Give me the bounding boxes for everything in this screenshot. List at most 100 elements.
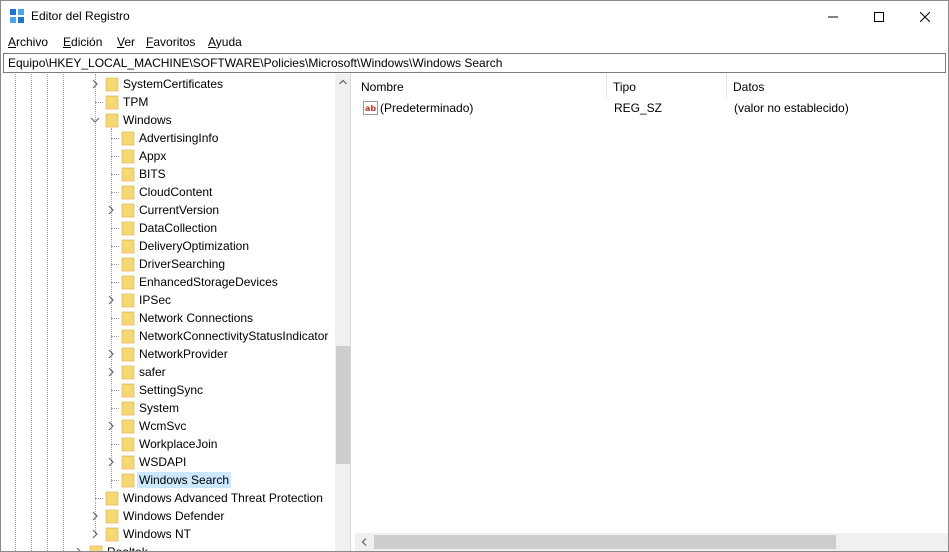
scroll-left-button[interactable] (356, 534, 372, 550)
tree-item-label: EnhancedStorageDevices (139, 275, 278, 289)
folder-icon (105, 113, 119, 128)
value-type: REG_SZ (614, 101, 663, 115)
menu-ver[interactable]: Ver (117, 35, 135, 49)
list-scroll-thumb[interactable] (374, 535, 836, 549)
window-title: Editor del Registro (31, 9, 130, 23)
tree-item[interactable]: TPM (89, 93, 350, 111)
tree-item[interactable]: Realtek (73, 543, 350, 551)
scroll-up-button[interactable] (335, 74, 350, 90)
tree-guide-line (111, 282, 119, 283)
maximize-button[interactable] (856, 1, 902, 32)
tree-item[interactable]: IPSec (105, 291, 350, 309)
list-horizontal-scrollbar[interactable] (355, 533, 948, 551)
tree-item[interactable]: Windows NT (89, 525, 350, 543)
chevron-right-icon[interactable] (89, 528, 101, 540)
list-item[interactable]: ab (Predeterminado) REG_SZ (valor no est… (355, 98, 948, 118)
tree-scroll-thumb[interactable] (336, 346, 350, 464)
tree-guide-line (95, 74, 96, 534)
tree-item-label: safer (139, 365, 166, 379)
tree-item-label: CurrentVersion (139, 203, 220, 217)
tree-item[interactable]: DeliveryOptimization (105, 237, 350, 255)
folder-icon (121, 365, 135, 380)
folder-icon (121, 455, 135, 470)
tree-item[interactable]: WorkplaceJoin (105, 435, 350, 453)
tree-item-label: Windows Search (137, 472, 232, 488)
tree-item[interactable]: EnhancedStorageDevices (105, 273, 350, 291)
tree-item[interactable]: Windows Search (105, 471, 350, 489)
tree-item-label: System (139, 401, 180, 415)
menu-archivo[interactable]: Archivo (8, 35, 48, 49)
tree-guide-line (111, 336, 119, 337)
tree-item[interactable]: CloudContent (105, 183, 350, 201)
tree-item[interactable]: Appx (105, 147, 350, 165)
registry-editor-window: Editor del Registro Archivo Edición Ver … (0, 0, 949, 552)
tree-item[interactable]: DataCollection (105, 219, 350, 237)
tree-item[interactable]: WSDAPI (105, 453, 350, 471)
values-list-pane[interactable]: Nombre Tipo Datos ab (Predeterminado) RE… (355, 74, 948, 551)
tree-guide-line (111, 390, 119, 391)
chevron-right-icon[interactable] (105, 294, 117, 306)
folder-icon (121, 311, 135, 326)
value-data: (valor no establecido) (734, 101, 849, 115)
tree-item[interactable]: NetworkProvider (105, 345, 350, 363)
tree-item[interactable]: Windows Advanced Threat Protection (89, 489, 350, 507)
tree-item[interactable]: safer (105, 363, 350, 381)
tree-item[interactable]: CurrentVersion (105, 201, 350, 219)
tree-item[interactable]: NetworkConnectivityStatusIndicator (105, 327, 350, 345)
folder-icon (105, 491, 119, 506)
close-button[interactable] (902, 1, 948, 32)
chevron-left-icon (361, 538, 367, 546)
folder-icon (121, 293, 135, 308)
folder-icon (121, 257, 135, 272)
menu-ayuda[interactable]: Ayuda (208, 35, 242, 49)
tree-item-label: NetworkProvider (139, 347, 228, 361)
tree-item[interactable]: System (105, 399, 350, 417)
tree-item[interactable]: WcmSvc (105, 417, 350, 435)
tree-item[interactable]: SystemCertificates (89, 75, 350, 93)
tree-guide-line (111, 408, 119, 409)
tree-item[interactable]: Windows (89, 111, 350, 129)
tree-vertical-scrollbar[interactable] (335, 74, 350, 551)
key-tree-pane[interactable]: SystemCertificates TPM Windows AdvertisingI… (3, 74, 351, 551)
chevron-right-icon[interactable] (89, 510, 101, 522)
minimize-icon (828, 16, 838, 17)
chevron-right-icon[interactable] (105, 348, 117, 360)
folder-icon (121, 167, 135, 182)
chevron-right-icon[interactable] (105, 366, 117, 378)
tree-item-label: Network Connections (139, 311, 254, 325)
tree-item-label: DriverSearching (139, 257, 226, 271)
tree-item[interactable]: DriverSearching (105, 255, 350, 273)
tree-item-label: Windows NT (123, 527, 192, 541)
column-header-tipo[interactable]: Tipo (607, 74, 727, 98)
tree-item-label: SystemCertificates (123, 77, 224, 91)
minimize-button[interactable] (810, 1, 856, 32)
tree-item-label: Windows Defender (123, 509, 225, 523)
tree-item[interactable]: BITS (105, 165, 350, 183)
string-value-icon: ab (363, 101, 378, 115)
tree-item-label: TPM (123, 95, 149, 109)
tree-item[interactable]: SettingSync (105, 381, 350, 399)
column-header-datos[interactable]: Datos (727, 74, 948, 98)
tree-item[interactable]: Network Connections (105, 309, 350, 327)
chevron-right-icon[interactable] (73, 546, 85, 551)
folder-icon (121, 473, 135, 488)
tree-guide-line (111, 246, 119, 247)
tree-item[interactable]: Windows Defender (89, 507, 350, 525)
chevron-right-icon[interactable] (105, 204, 117, 216)
tree-guide-line (111, 192, 119, 193)
chevron-right-icon[interactable] (105, 456, 117, 468)
tree-item[interactable]: AdvertisingInfo (105, 129, 350, 147)
menu-favoritos[interactable]: Favoritos (146, 35, 195, 49)
tree-guide-line (111, 138, 119, 139)
column-header-nombre[interactable]: Nombre (355, 74, 607, 98)
tree-item-label: DataCollection (139, 221, 218, 235)
folder-icon (121, 203, 135, 218)
chevron-right-icon[interactable] (89, 78, 101, 90)
scroll-corner (933, 533, 948, 551)
title-bar[interactable]: Editor del Registro (1, 1, 948, 32)
menu-edicion[interactable]: Edición (63, 35, 102, 49)
chevron-right-icon[interactable] (105, 420, 117, 432)
address-bar[interactable]: Equipo\HKEY_LOCAL_MACHINE\SOFTWARE\Polic… (3, 53, 946, 73)
folder-icon (89, 545, 103, 551)
chevron-down-icon[interactable] (89, 114, 101, 126)
